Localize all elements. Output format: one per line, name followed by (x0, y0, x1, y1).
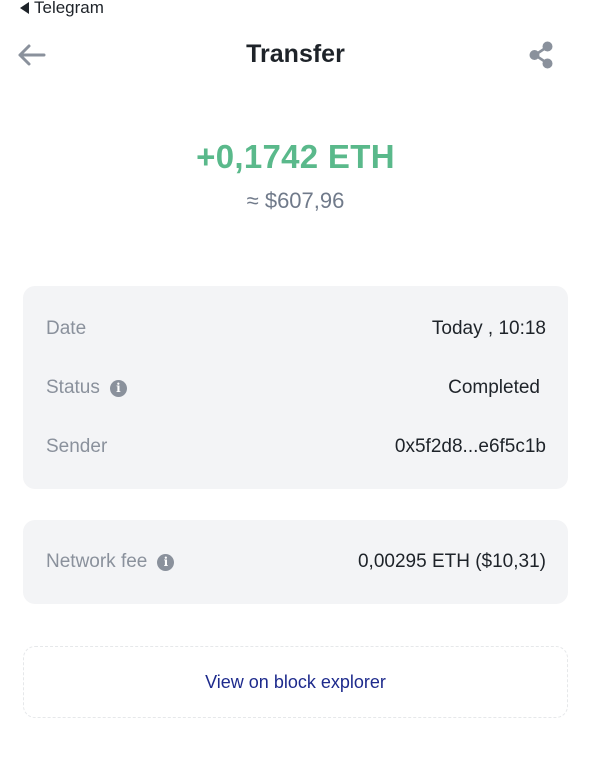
sender-row: Sender 0x5f2d8...e6f5c1b (46, 433, 546, 461)
fee-card: Network fee i 0,00295 ETH ($10,31) (23, 520, 568, 604)
details-card: Date Today , 10:18 Status i Completed Se… (23, 286, 568, 489)
sender-label: Sender (46, 436, 108, 457)
network-fee-row: Network fee i 0,00295 ETH ($10,31) (46, 548, 546, 576)
status-value: Completed (448, 377, 540, 398)
date-value: Today , 10:18 (431, 318, 546, 339)
status-label: Status (46, 377, 100, 398)
date-row: Date Today , 10:18 (46, 315, 546, 343)
block-explorer-label: View on block explorer (205, 671, 386, 692)
back-to-telegram[interactable]: Telegram (20, 0, 104, 19)
fiat-equivalent: ≈ $607,96 (246, 188, 345, 213)
header: Transfer (0, 30, 591, 80)
share-icon (529, 41, 553, 69)
view-on-block-explorer-button[interactable]: View on block explorer (23, 646, 568, 718)
share-button[interactable] (524, 38, 558, 72)
back-to-app-label: Telegram (34, 0, 104, 17)
page-title: Transfer (246, 40, 345, 68)
network-fee-value: 0,00295 ETH ($10,31) (357, 551, 546, 572)
network-fee-info-icon[interactable]: i (157, 553, 175, 571)
transfer-amount: +0,1742 ETH (196, 138, 395, 175)
status-row: Status i Completed (46, 374, 546, 402)
network-fee-label: Network fee (46, 551, 148, 572)
back-triangle-icon (20, 2, 29, 14)
status-info-icon[interactable]: i (109, 379, 127, 397)
date-label: Date (46, 318, 87, 339)
sender-address[interactable]: 0x5f2d8...e6f5c1b (395, 436, 546, 458)
